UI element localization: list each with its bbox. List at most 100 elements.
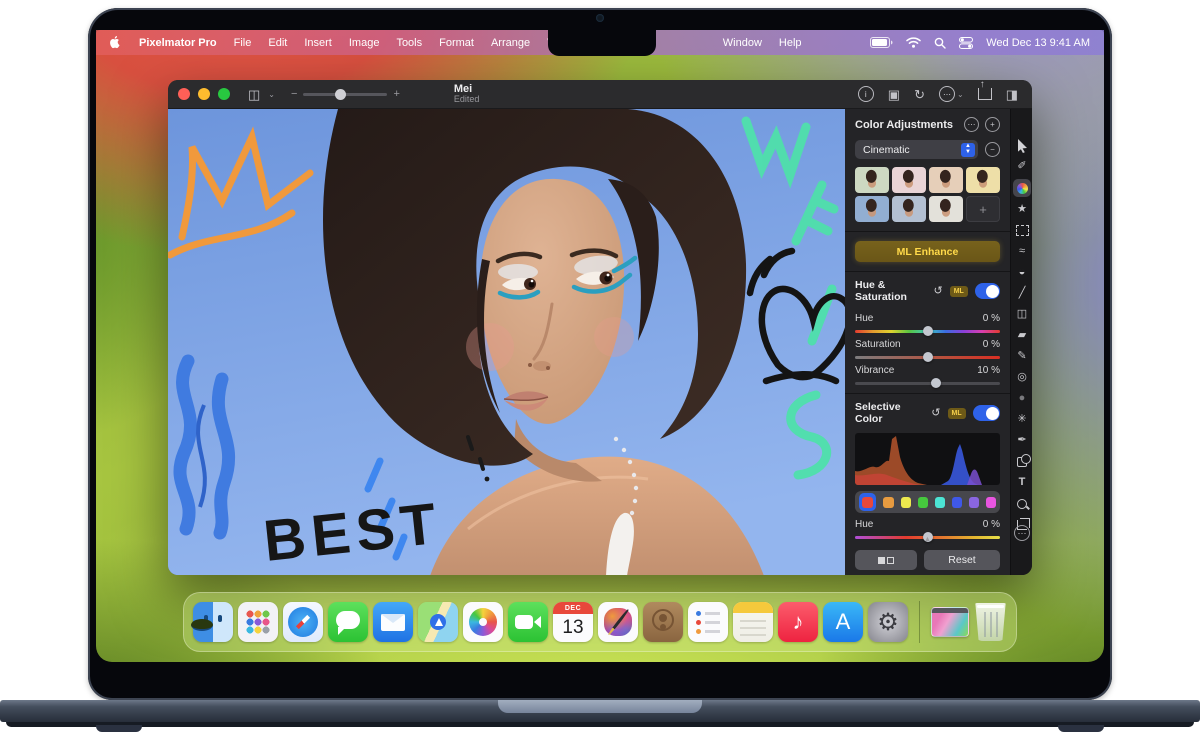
dock-photos[interactable]	[463, 602, 503, 642]
menu-window[interactable]: Window	[723, 37, 762, 49]
dock-pixelmator-pro[interactable]	[598, 602, 638, 642]
swatch-blue[interactable]	[952, 497, 962, 508]
menu-help[interactable]: Help	[779, 37, 802, 49]
zoom-out-button[interactable]: −	[291, 88, 297, 100]
dock-app-store[interactable]	[823, 602, 863, 642]
menu-tools[interactable]: Tools	[396, 37, 422, 49]
quick-selection-tool[interactable]: ≈	[1011, 241, 1032, 262]
zoom-tool[interactable]	[1011, 493, 1032, 514]
swatch-green[interactable]	[918, 497, 928, 508]
preset-thumbnail[interactable]	[855, 167, 889, 193]
search-icon[interactable]	[934, 37, 946, 49]
dock-minimized-window[interactable]	[931, 607, 969, 637]
menu-edit[interactable]: Edit	[268, 37, 287, 49]
preset-thumbnail[interactable]	[929, 196, 963, 222]
dock-messages[interactable]	[328, 602, 368, 642]
rotate-icon[interactable]: ↻	[914, 88, 925, 101]
preset-thumbnail[interactable]	[966, 167, 1000, 193]
compare-button[interactable]	[855, 550, 917, 570]
menu-image[interactable]: Image	[349, 37, 380, 49]
panel-more-icon[interactable]: ⋯	[964, 117, 979, 132]
dock-maps[interactable]	[418, 602, 458, 642]
zoom-slider-knob[interactable]	[335, 89, 346, 100]
more-menu[interactable]: ⋯ ⌄	[939, 86, 964, 102]
window-titlebar[interactable]: ◫ ⌄ − + Mei Edited i ▣ ↻ ⋯ ⌄ ◨	[168, 80, 1032, 109]
info-icon[interactable]: i	[858, 86, 874, 102]
menu-file[interactable]: File	[234, 37, 252, 49]
zoom-in-button[interactable]: +	[393, 88, 399, 100]
share-icon[interactable]	[978, 88, 992, 100]
zoom-slider[interactable]: − +	[291, 88, 400, 100]
chevron-down-icon[interactable]: ⌄	[268, 90, 275, 99]
dock-reminders[interactable]	[688, 602, 728, 642]
dock-safari[interactable]	[283, 602, 323, 642]
reset-button[interactable]: Reset	[924, 550, 1000, 570]
dock-facetime[interactable]	[508, 602, 548, 642]
battery-icon[interactable]	[870, 37, 893, 48]
swatch-cyan[interactable]	[935, 497, 945, 508]
paint-tool[interactable]: ╱	[1011, 283, 1032, 304]
style-tool[interactable]: ✐	[1011, 156, 1032, 177]
image-canvas[interactable]: BEST	[168, 109, 845, 575]
ml-badge[interactable]: ML	[950, 286, 968, 297]
swatch-purple[interactable]	[969, 497, 979, 508]
preset-dropdown[interactable]: Cinematic ▲▼	[855, 140, 978, 159]
color-adjustments-tool[interactable]	[1011, 177, 1032, 199]
ml-badge[interactable]: ML	[948, 408, 966, 419]
sharpen-tool[interactable]: ✳	[1011, 409, 1032, 430]
preset-thumbnail[interactable]	[855, 196, 889, 222]
preset-remove-icon[interactable]: −	[985, 142, 1000, 157]
preset-thumbnail[interactable]	[929, 167, 963, 193]
dock-trash[interactable]	[974, 603, 1007, 641]
color-fill-tool[interactable]: ◒	[1011, 262, 1032, 283]
selective-color-toggle[interactable]	[973, 405, 1000, 421]
erase-tool[interactable]: ▰	[1011, 325, 1032, 346]
swatch-orange[interactable]	[883, 497, 893, 508]
panel-add-icon[interactable]: +	[985, 117, 1000, 132]
close-button[interactable]	[178, 88, 190, 100]
add-preset-button[interactable]	[966, 196, 1000, 222]
control-center-icon[interactable]	[959, 37, 973, 49]
saturation-slider[interactable]	[855, 356, 1000, 359]
menu-clock[interactable]: Wed Dec 13 9:41 AM	[986, 37, 1090, 49]
pencil-tool[interactable]: ✎	[1011, 346, 1032, 367]
dock-finder[interactable]	[193, 602, 233, 642]
pen-tool[interactable]: ✒	[1011, 430, 1032, 451]
ml-enhance-button[interactable]: ML Enhance	[855, 241, 1000, 262]
effects-tool[interactable]: ★	[1011, 199, 1032, 220]
ml-crop-icon[interactable]: ▣	[888, 88, 900, 101]
vibrance-slider[interactable]	[855, 382, 1000, 385]
minimize-button[interactable]	[198, 88, 210, 100]
hue-slider[interactable]	[855, 330, 1000, 333]
sidebar-toggle-icon[interactable]: ◫	[248, 88, 260, 101]
preset-thumbnail[interactable]	[892, 167, 926, 193]
menu-arrange[interactable]: Arrange	[491, 37, 530, 49]
dock-launchpad[interactable]	[238, 602, 278, 642]
dock-calendar[interactable]: DEC 13	[553, 602, 593, 642]
wifi-icon[interactable]	[906, 37, 921, 48]
arrow-tool[interactable]	[1011, 135, 1032, 156]
scroll-up-arrow-icon[interactable]: ▲	[924, 536, 931, 543]
shapes-tool[interactable]	[1011, 451, 1032, 472]
reset-icon[interactable]: ↺	[931, 408, 940, 419]
retouch-tool[interactable]: ◫	[1011, 304, 1032, 325]
dock-music[interactable]	[778, 602, 818, 642]
type-tool[interactable]: T	[1011, 472, 1032, 493]
fullscreen-button[interactable]	[218, 88, 230, 100]
more-tools-icon[interactable]: ⋯	[1014, 525, 1030, 541]
menu-app-name[interactable]: Pixelmator Pro	[139, 37, 217, 49]
swatch-selected[interactable]	[859, 493, 876, 511]
reset-icon[interactable]: ↺	[934, 286, 943, 297]
swatch-magenta[interactable]	[986, 497, 996, 508]
zoom-slider-track[interactable]	[303, 93, 387, 96]
hue-saturation-toggle[interactable]	[975, 283, 1000, 299]
preset-thumbnail[interactable]	[892, 196, 926, 222]
apple-menu[interactable]	[110, 36, 122, 50]
dock-notes[interactable]	[733, 602, 773, 642]
dock-mail[interactable]	[373, 602, 413, 642]
menu-insert[interactable]: Insert	[304, 37, 332, 49]
marquee-tool[interactable]	[1011, 220, 1032, 241]
soften-tool[interactable]: ●	[1011, 388, 1032, 409]
sidebar-right-icon[interactable]: ◨	[1006, 88, 1018, 101]
clone-tool[interactable]: ◎	[1011, 367, 1032, 388]
